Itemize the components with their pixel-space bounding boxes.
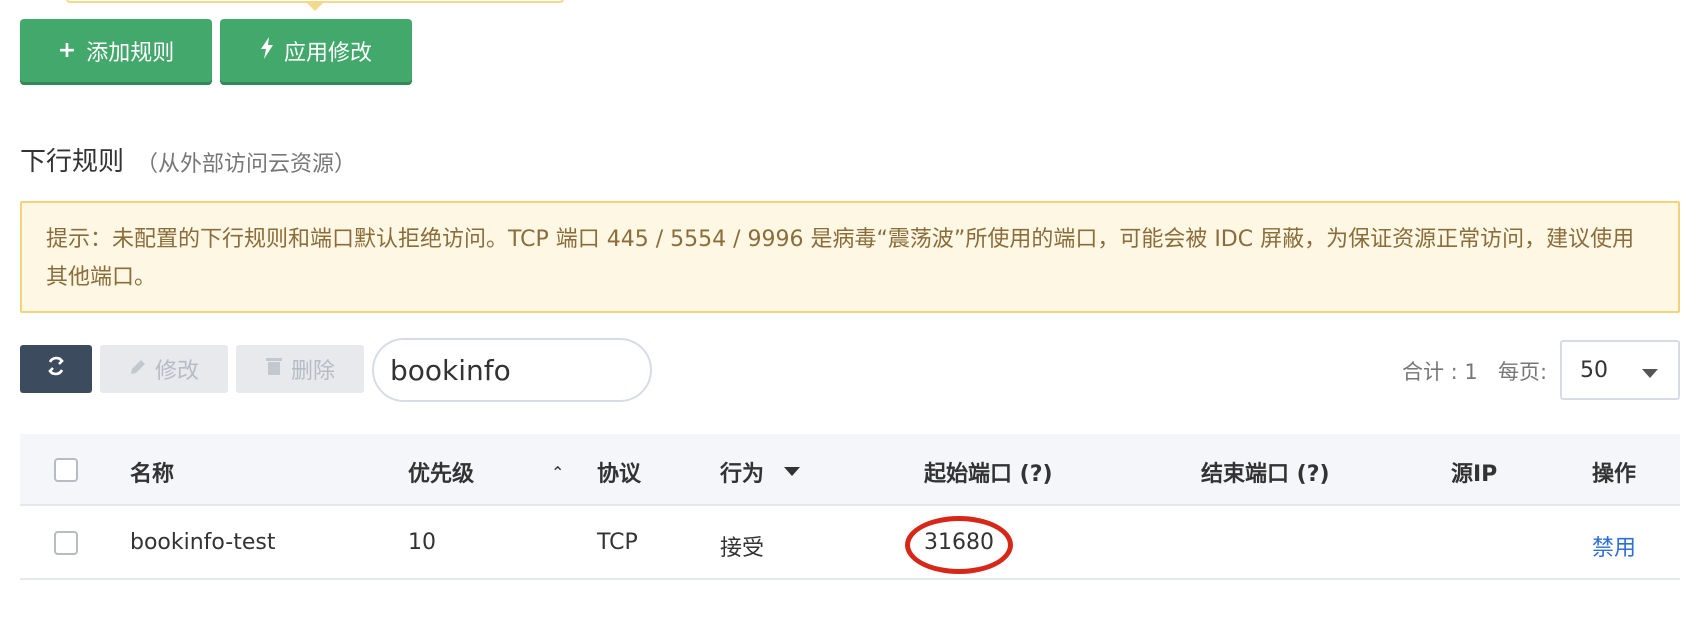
- disable-link[interactable]: 禁用: [1592, 530, 1636, 562]
- table-header: 名称 优先级 ⌃ 协议 行为 起始端口 (?) 结束端口 (?) 源IP 操作: [20, 434, 1680, 506]
- notice-banner: 提示：未配置的下行规则和端口默认拒绝访问。TCP 端口 445 / 5554 /…: [20, 201, 1680, 313]
- tooltip-arrow: [306, 2, 324, 11]
- plus-icon: +: [57, 38, 77, 63]
- apply-changes-button[interactable]: 应用修改: [220, 19, 412, 82]
- sort-asc-icon[interactable]: ⌃: [551, 463, 564, 482]
- column-header-start-port: 起始端口 (?): [924, 462, 1053, 487]
- add-rule-label: 添加规则: [86, 40, 175, 66]
- cell-action: 接受: [720, 536, 765, 561]
- refresh-icon: [45, 355, 67, 383]
- trash-icon: [265, 356, 283, 382]
- search-input[interactable]: [372, 338, 652, 402]
- column-header-action[interactable]: 行为: [720, 456, 764, 488]
- per-page-value: 50: [1580, 357, 1608, 383]
- cell-start-port: 31680: [924, 530, 994, 555]
- cell-protocol: TCP: [597, 530, 638, 555]
- column-header-operation: 操作: [1592, 462, 1637, 487]
- bolt-icon: [260, 36, 274, 65]
- filter-dropdown-icon[interactable]: [784, 467, 800, 476]
- column-header-name[interactable]: 名称: [130, 456, 174, 488]
- total-count: 合计 : 1: [1402, 360, 1478, 384]
- table-row[interactable]: bookinfo-test 10 TCP 接受 31680 禁用: [20, 506, 1680, 580]
- column-header-end-port: 结束端口 (?): [1201, 462, 1330, 487]
- column-header-priority[interactable]: 优先级: [408, 456, 474, 488]
- delete-label: 删除: [290, 359, 335, 384]
- select-all-checkbox[interactable]: [54, 458, 78, 482]
- refresh-button[interactable]: [20, 345, 92, 393]
- section-subtitle: （从外部访问云资源）: [136, 152, 357, 177]
- per-page-label: 每页:: [1498, 360, 1548, 384]
- notice-text: 提示：未配置的下行规则和端口默认拒绝访问。TCP 端口 445 / 5554 /…: [46, 227, 1635, 290]
- section-title: 下行规则: [20, 147, 125, 177]
- column-header-protocol[interactable]: 协议: [597, 456, 641, 488]
- cell-priority: 10: [408, 530, 436, 555]
- chevron-down-icon: [1642, 369, 1658, 378]
- add-rule-button[interactable]: + 添加规则: [20, 19, 212, 82]
- cell-name: bookinfo-test: [130, 530, 276, 555]
- edit-button[interactable]: 修改: [100, 345, 228, 393]
- column-header-source-ip: 源IP: [1451, 462, 1498, 487]
- apply-changes-label: 应用修改: [283, 40, 372, 66]
- edit-label: 修改: [154, 359, 199, 384]
- per-page-select[interactable]: 50: [1560, 340, 1680, 400]
- pencil-icon: [129, 357, 147, 382]
- row-checkbox[interactable]: [54, 531, 78, 555]
- delete-button[interactable]: 删除: [236, 345, 364, 393]
